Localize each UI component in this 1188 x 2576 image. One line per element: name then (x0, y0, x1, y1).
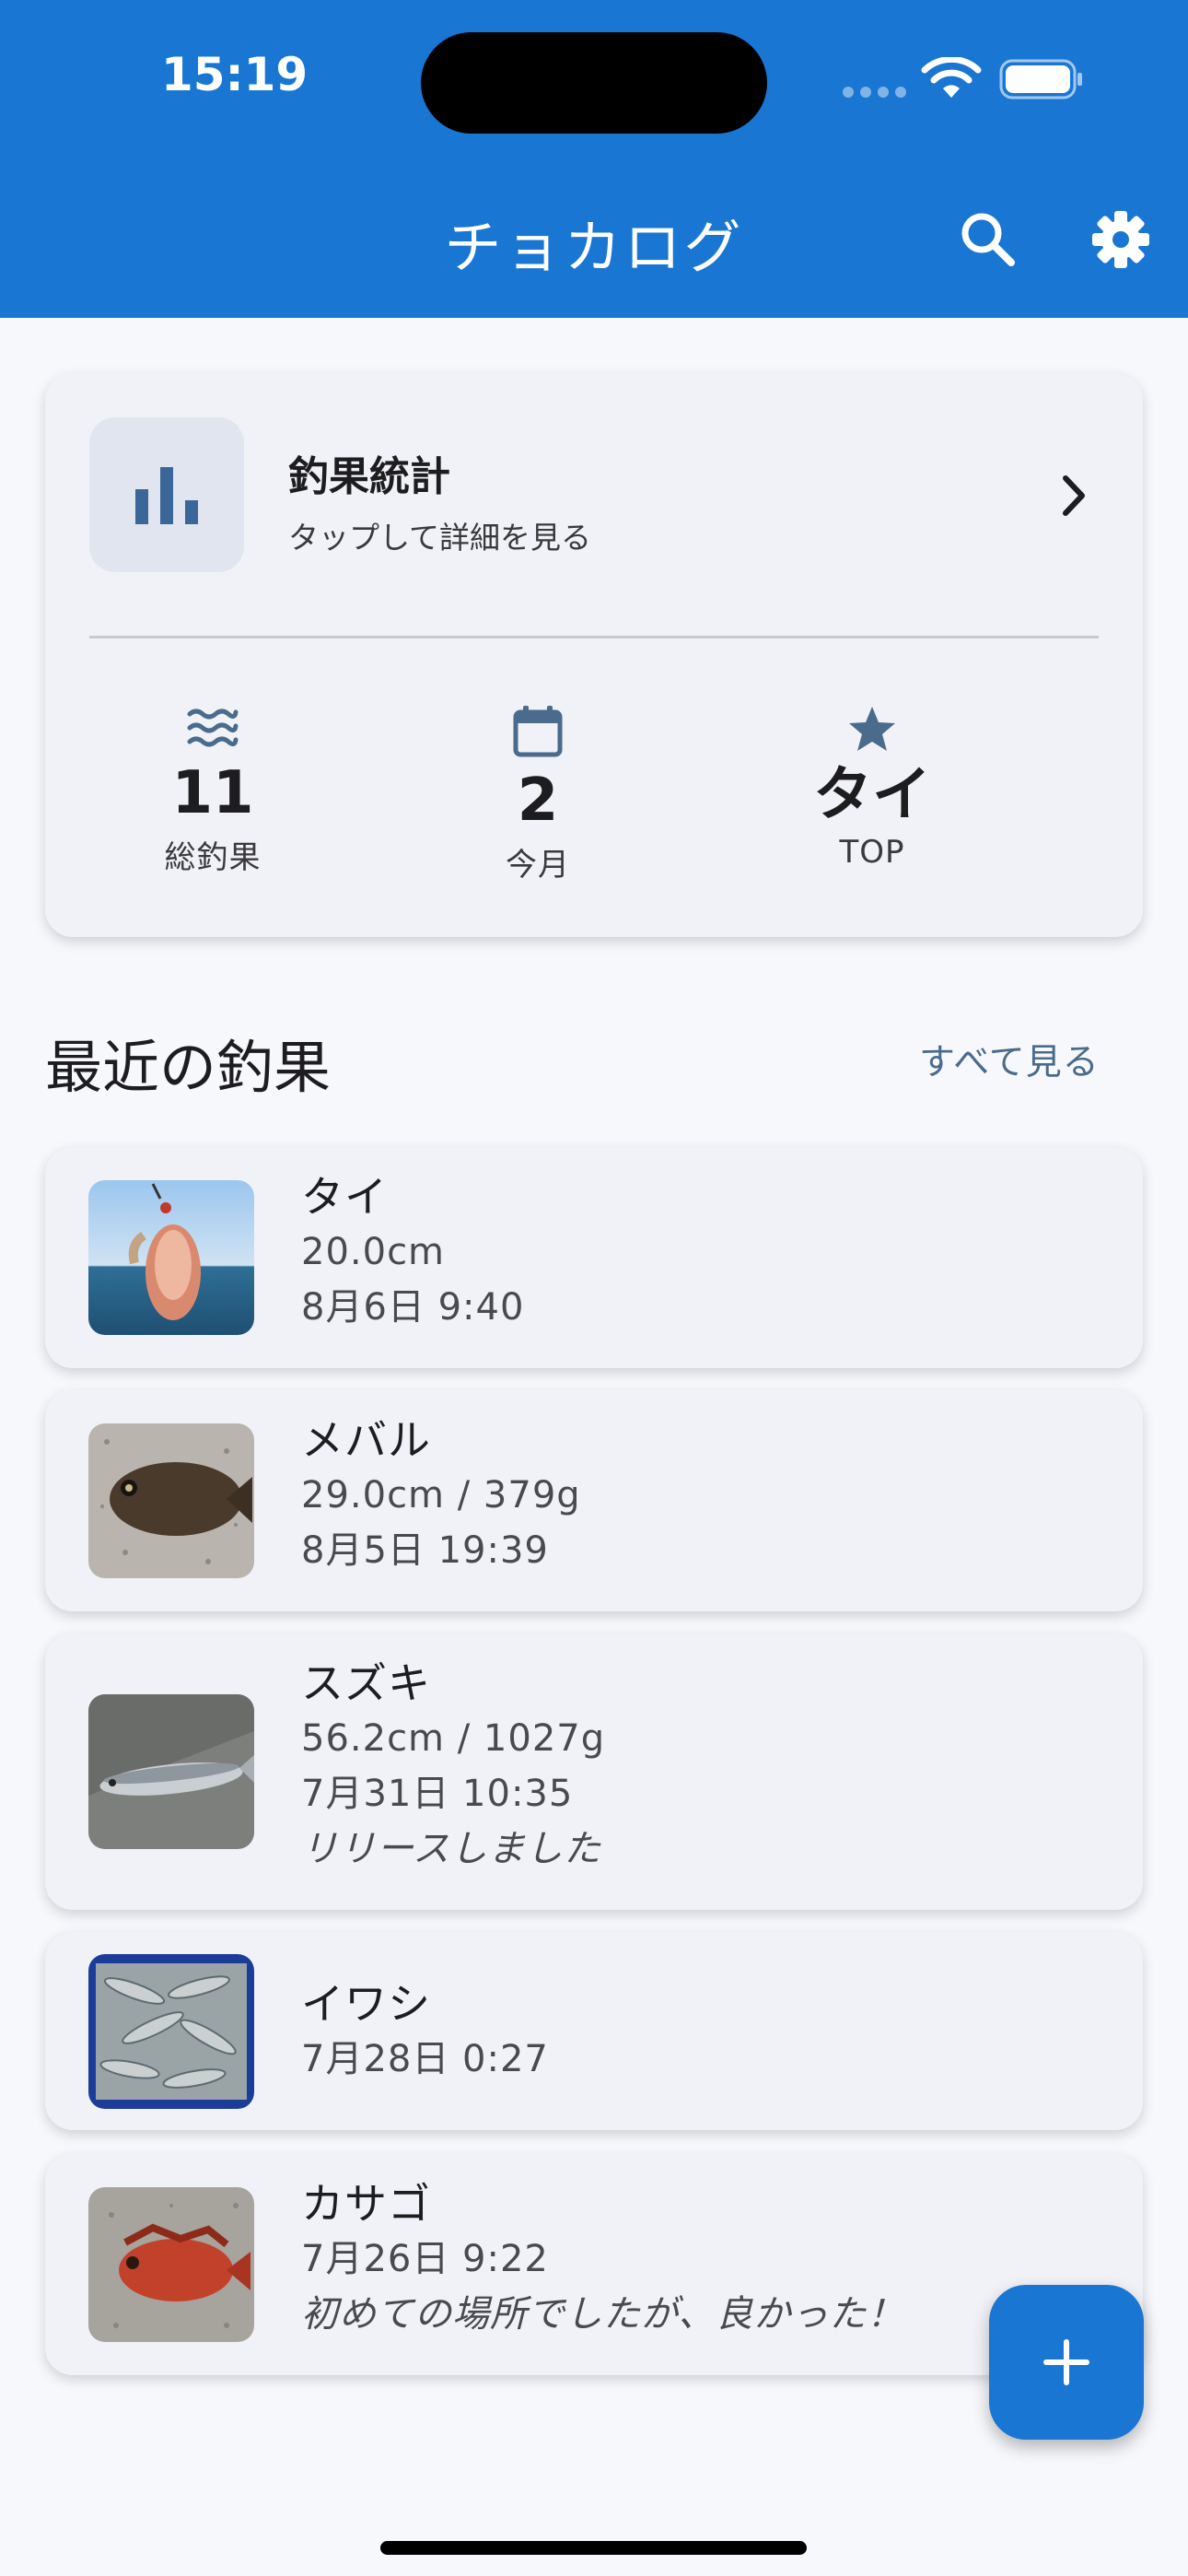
catch-photo (88, 1954, 254, 2109)
stat-month-label: 今月 (506, 847, 570, 884)
catch-size: 20.0cm (301, 1231, 446, 1273)
stats-title: 釣果統計 (288, 453, 450, 500)
stat-top: タイ TOP (734, 705, 1010, 871)
catch-list-item[interactable]: タイ 20.0cm 8月6日 9:40 (45, 1147, 1143, 1368)
catch-datetime: 7月26日 9:22 (301, 2238, 549, 2280)
search-icon (961, 213, 1015, 266)
stat-top-value: タイ (813, 761, 931, 829)
dynamic-island (421, 32, 767, 134)
search-button[interactable] (956, 207, 1020, 272)
cellular-signal-icon (843, 87, 907, 100)
catch-photo (88, 1694, 254, 1849)
stats-icon-container (89, 417, 244, 572)
recent-section-title: 最近の釣果 (45, 1034, 332, 1101)
waves-icon (187, 708, 239, 747)
catch-datetime: 8月6日 9:40 (301, 1286, 525, 1329)
catch-size: 29.0cm / 379g (301, 1474, 581, 1516)
catch-memo: 初めての場所でしたが、良かった！ (301, 2293, 905, 2336)
stat-month: 2 今月 (400, 705, 676, 884)
status-time: 15:19 (161, 48, 309, 101)
catch-size: 56.2cm / 1027g (301, 1717, 606, 1760)
gear-icon (1092, 211, 1149, 268)
catch-photo (88, 1423, 254, 1578)
see-all-link[interactable]: すべて見る (919, 1034, 1100, 1085)
stat-top-label: TOP (839, 834, 905, 871)
stats-card[interactable]: 釣果統計 タップして詳細を見る 11 総釣果 2 今月 タイ TOP (45, 373, 1143, 937)
catch-name: スズキ (301, 1658, 431, 1708)
catch-datetime: 7月31日 10:35 (301, 1773, 574, 1815)
catch-memo: リリースしました (301, 1828, 601, 1870)
catch-photo (88, 2187, 254, 2342)
stat-total: 11 総釣果 (75, 705, 351, 877)
catch-datetime: 8月5日 19:39 (301, 1529, 549, 1572)
app-header: 15:19 チョカログ (0, 0, 1188, 318)
plus-icon (1043, 2339, 1089, 2385)
stat-month-value: 2 (517, 767, 559, 835)
catch-name: カサゴ (301, 2179, 431, 2229)
catch-name: イワシ (301, 1979, 431, 2029)
chevron-right-icon (1063, 475, 1085, 516)
catch-list-item[interactable]: スズキ 56.2cm / 1027g 7月31日 10:35 リリースしました (45, 1633, 1143, 1910)
add-catch-button[interactable] (989, 2285, 1144, 2440)
catch-list-item[interactable]: メバル 29.0cm / 379g 8月5日 19:39 (45, 1390, 1143, 1611)
stats-subtitle: タップして詳細を見る (288, 520, 592, 556)
stat-total-label: 総釣果 (164, 839, 262, 876)
home-indicator[interactable] (380, 2541, 807, 2555)
star-icon (849, 707, 895, 751)
wifi-icon (921, 57, 982, 98)
catch-photo (88, 1180, 254, 1335)
catch-list-item[interactable]: イワシ 7月28日 0:27 (45, 1932, 1143, 2130)
catch-datetime: 7月28日 0:27 (301, 2038, 549, 2080)
battery-icon (999, 59, 1082, 100)
catch-list-item[interactable]: カサゴ 7月26日 9:22 初めての場所でしたが、良かった！ (45, 2154, 1143, 2375)
calendar-icon (513, 706, 563, 757)
bar-chart-icon (135, 467, 198, 524)
catch-name: タイ (301, 1172, 388, 1222)
settings-button[interactable] (1089, 207, 1153, 272)
stats-divider (89, 636, 1099, 638)
catch-name: メバル (301, 1415, 431, 1465)
stat-total-value: 11 (171, 759, 254, 827)
